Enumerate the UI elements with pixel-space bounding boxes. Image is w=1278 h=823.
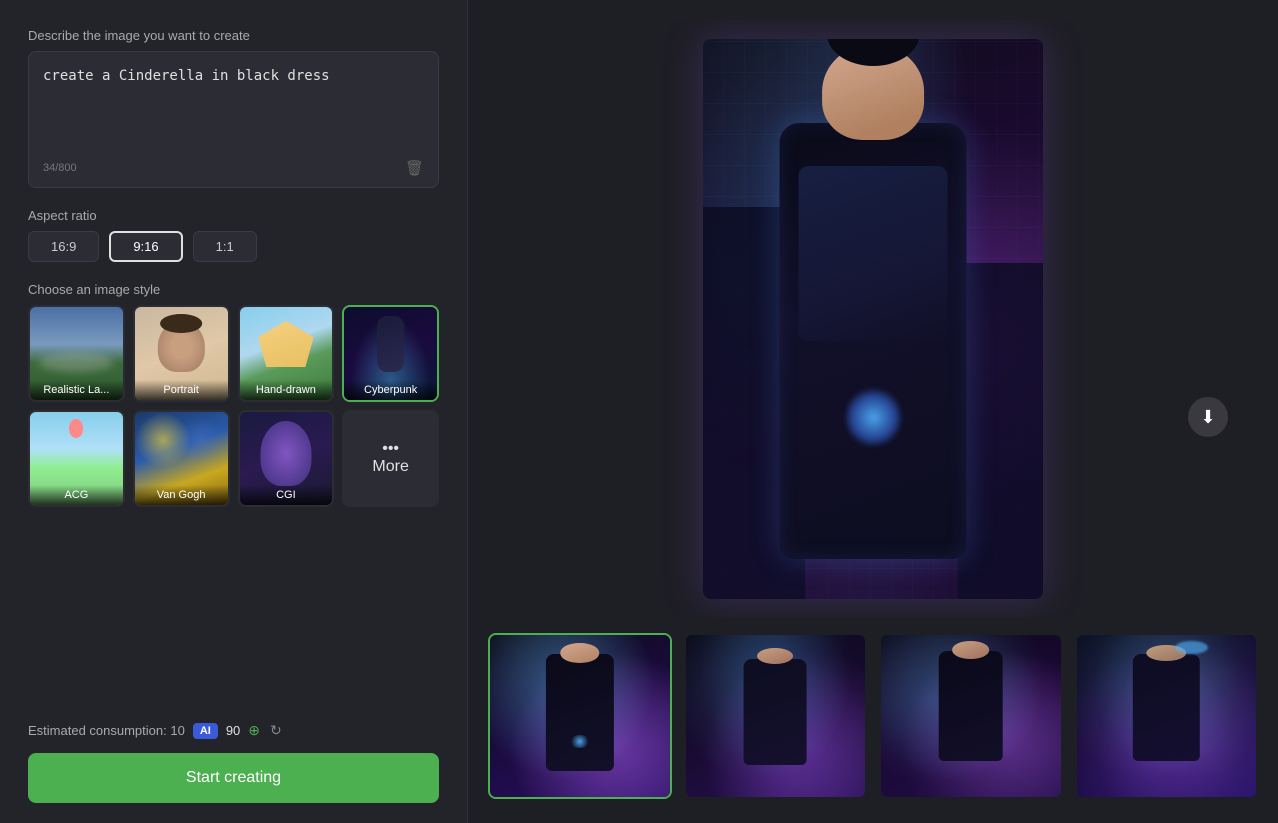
plus-icon[interactable]: ⊕ xyxy=(248,722,260,739)
main-image xyxy=(703,39,1043,599)
credits-value: 90 xyxy=(226,723,240,738)
style-card-acg[interactable]: ACG xyxy=(28,410,125,507)
ai-badge: AI xyxy=(193,723,218,739)
thumbnail-3[interactable] xyxy=(879,633,1063,799)
style-card-van-gogh[interactable]: Van Gogh xyxy=(133,410,230,507)
prompt-footer: 34/800 🗑 xyxy=(43,159,424,177)
style-label-hand-drawn: Hand-drawn xyxy=(240,380,333,400)
style-label-more: More xyxy=(372,458,408,476)
style-label-cyberpunk: Cyberpunk xyxy=(344,380,437,400)
more-dots-icon: ••• xyxy=(382,440,399,458)
trash-icon[interactable]: 🗑 xyxy=(405,159,424,177)
style-card-realistic[interactable]: Realistic La... xyxy=(28,305,125,402)
aspect-ratio-section: Aspect ratio 16:9 9:16 1:1 xyxy=(28,208,439,262)
style-card-cgi[interactable]: CGI xyxy=(238,410,335,507)
main-image-area: ⬇ xyxy=(488,20,1258,617)
thumbnail-1[interactable] xyxy=(488,633,672,799)
prompt-input[interactable] xyxy=(43,66,424,146)
aspect-ratio-label: Aspect ratio xyxy=(28,208,439,223)
style-label-realistic: Realistic La... xyxy=(30,380,123,400)
style-label-acg: ACG xyxy=(30,485,123,505)
style-label-van-gogh: Van Gogh xyxy=(135,485,228,505)
style-label: Choose an image style xyxy=(28,282,439,297)
style-card-portrait[interactable]: Portrait xyxy=(133,305,230,402)
style-card-hand-drawn[interactable]: Hand-drawn xyxy=(238,305,335,402)
ratio-1-1[interactable]: 1:1 xyxy=(193,231,257,262)
char-count: 34/800 xyxy=(43,162,77,174)
thumbnail-row xyxy=(488,633,1258,803)
prompt-label: Describe the image you want to create xyxy=(28,28,439,43)
prompt-area: 34/800 🗑 xyxy=(28,51,439,188)
bottom-section: Estimated consumption: 10 AI 90 ⊕ ↻ Star… xyxy=(28,722,439,803)
start-creating-button[interactable]: Start creating xyxy=(28,753,439,803)
download-icon: ⬇ xyxy=(1200,407,1215,428)
ratio-buttons: 16:9 9:16 1:1 xyxy=(28,231,439,262)
thumbnail-2[interactable] xyxy=(684,633,868,799)
thumbnail-4[interactable] xyxy=(1075,633,1259,799)
style-card-cyberpunk[interactable]: Cyberpunk xyxy=(342,305,439,402)
style-label-portrait: Portrait xyxy=(135,380,228,400)
consumption-row: Estimated consumption: 10 AI 90 ⊕ ↻ xyxy=(28,722,439,739)
prompt-section: Describe the image you want to create 34… xyxy=(28,28,439,188)
style-label-cgi: CGI xyxy=(240,485,333,505)
left-panel: Describe the image you want to create 34… xyxy=(0,0,468,823)
download-button[interactable]: ⬇ xyxy=(1188,397,1228,437)
ratio-9-16[interactable]: 9:16 xyxy=(109,231,182,262)
consumption-label: Estimated consumption: 10 xyxy=(28,723,185,738)
style-card-more[interactable]: ••• More xyxy=(342,410,439,507)
style-grid: Realistic La... Portrait Hand-drawn Cybe… xyxy=(28,305,439,507)
refresh-icon[interactable]: ↻ xyxy=(270,722,282,739)
right-panel: ⬇ xyxy=(468,0,1278,823)
style-section: Choose an image style Realistic La... Po… xyxy=(28,282,439,507)
ratio-16-9[interactable]: 16:9 xyxy=(28,231,99,262)
